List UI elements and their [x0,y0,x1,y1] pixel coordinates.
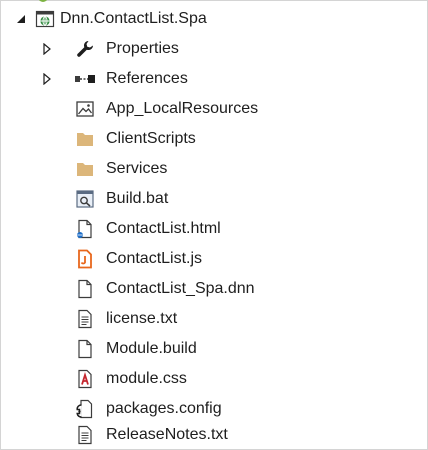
config-file-icon [74,398,96,420]
tree-item-label: References [106,70,188,87]
blank-file-icon [74,338,96,360]
tree-item-label: Module.build [106,340,197,357]
tree-item-app-localresources[interactable]: App_LocalResources [0,94,428,124]
tree-item-label: Services [106,160,168,177]
expanded-triangle-icon[interactable] [14,12,28,26]
tree-item-services[interactable]: Services [0,154,428,184]
css-file-icon [74,368,96,390]
tree-item-properties[interactable]: Properties [0,34,428,64]
tree-item-label: ClientScripts [106,130,196,147]
tree-item-contactlist-html[interactable]: ContactList.html [0,214,428,244]
project-node[interactable]: Dnn.ContactList.Spa [0,4,428,34]
tree-item-references[interactable]: References [0,64,428,94]
tree-item-contactlist-spa-dnn[interactable]: ContactList_Spa.dnn [0,274,428,304]
tree-item-label: Build.bat [106,190,169,207]
tree-item-releasenotes-txt[interactable]: ReleaseNotes.txt [0,420,428,450]
text-file-icon [74,424,96,446]
tree-item-module-css[interactable]: module.css [0,364,428,394]
tree-item-clientscripts[interactable]: ClientScripts [0,124,428,154]
collapsed-triangle-icon[interactable] [40,42,54,56]
tree-item-label: ContactList_Spa.dnn [106,280,255,297]
project-label: Dnn.ContactList.Spa [60,10,207,27]
text-file-icon [74,308,96,330]
folder-icon [74,158,96,180]
folder-icon [74,128,96,150]
references-icon [74,68,96,90]
tree-item-label: App_LocalResources [106,100,259,117]
tree-item-label: ReleaseNotes.txt [106,426,228,443]
batch-file-icon [74,188,96,210]
image-folder-icon [74,98,96,120]
blank-file-icon [74,278,96,300]
tree-item-label: Properties [106,40,179,57]
wrench-icon [74,38,96,60]
tree-item-label: module.css [106,370,187,387]
web-project-icon [34,8,56,30]
collapsed-triangle-icon[interactable] [40,72,54,86]
tree-item-label: ContactList.js [106,250,203,267]
tree-item-build-bat[interactable]: Build.bat [0,184,428,214]
tree-item-module-build[interactable]: Module.build [0,334,428,364]
tree-item-contactlist-js[interactable]: ContactList.js [0,244,428,274]
html-file-icon [74,218,96,240]
js-file-icon [74,248,96,270]
tree-item-label: ContactList.html [106,220,221,237]
tree-item-license-txt[interactable]: license.txt [0,304,428,334]
tree-item-label: license.txt [106,310,178,327]
